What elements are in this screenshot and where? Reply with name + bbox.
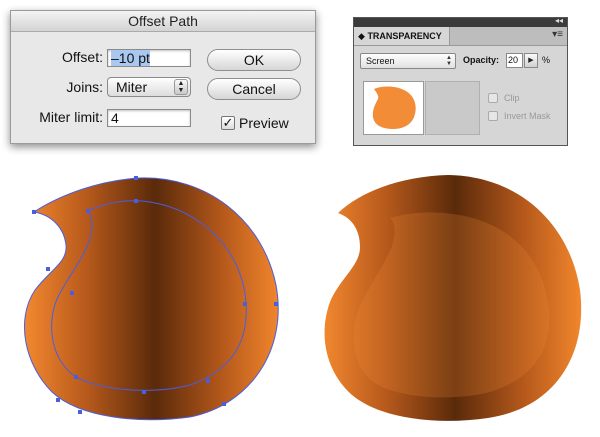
- right-shape-group[interactable]: [324, 175, 582, 421]
- left-shape-group[interactable]: [23, 176, 279, 421]
- artwork-canvas: [23, 175, 582, 421]
